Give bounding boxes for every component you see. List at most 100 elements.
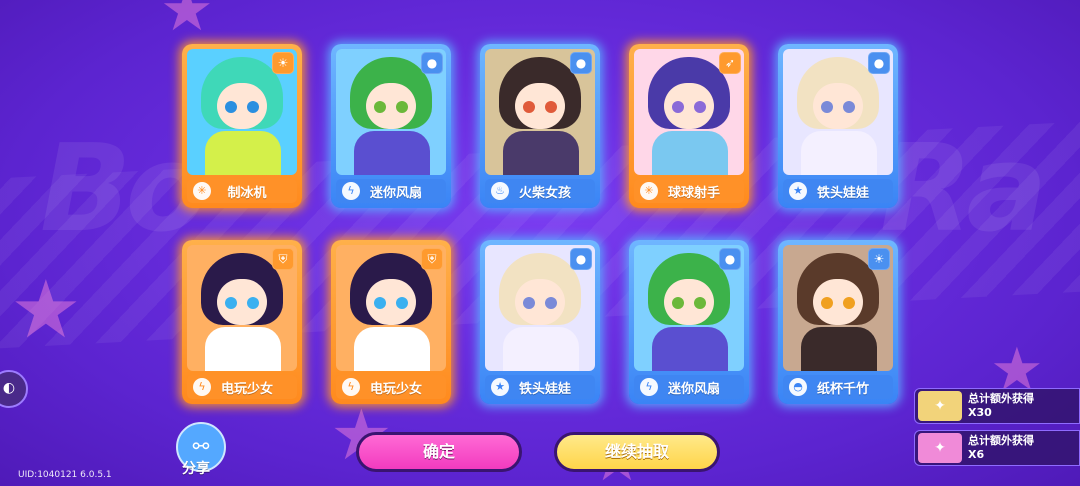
background-star-icon: ★	[10, 263, 82, 356]
shield-icon: ⛨	[272, 248, 294, 270]
character-eye	[694, 297, 706, 309]
uid-text: UID:1040121 6.0.5.1	[18, 470, 112, 480]
bomb-icon: ●	[421, 52, 443, 74]
character-eye	[523, 297, 535, 309]
card-nameplate: ◓ 纸杯千竹	[783, 375, 893, 399]
character-outfit	[205, 131, 281, 175]
bomb-icon: ●	[570, 248, 592, 270]
character-card[interactable]: ⛨ ϟ 电玩少女	[331, 240, 451, 404]
character-eye	[225, 101, 237, 113]
character-outfit	[354, 131, 430, 175]
character-card[interactable]: ☀ ◓ 纸杯千竹	[778, 240, 898, 404]
character-eye	[821, 101, 833, 113]
character-eye	[545, 101, 557, 113]
character-portrait: ➶	[634, 49, 744, 175]
character-portrait: ●	[634, 245, 744, 371]
card-nameplate: ✳ 球球射手	[634, 179, 744, 203]
character-card[interactable]: ● ϟ 迷你风扇	[629, 240, 749, 404]
reward-title: 总计额外获得	[968, 434, 1034, 447]
character-outfit	[354, 327, 430, 371]
card-name: 迷你风扇	[667, 381, 720, 397]
pink-ticket-icon: ✦	[918, 433, 962, 463]
character-card[interactable]: ☀ ✳ 制冰机	[182, 44, 302, 208]
shield-icon: ⛨	[421, 248, 443, 270]
character-card[interactable]: ● ★ 铁头娃娃	[778, 44, 898, 208]
character-eye	[396, 297, 408, 309]
background-logo-watermark: Bo	[40, 120, 208, 259]
bow-icon: ➶	[719, 52, 741, 74]
reward-count: X30	[968, 406, 992, 419]
character-eye	[523, 101, 535, 113]
card-name: 铁头娃娃	[518, 381, 571, 397]
character-eye	[545, 297, 557, 309]
character-eye	[247, 297, 259, 309]
character-outfit	[652, 327, 728, 371]
character-eye	[374, 297, 386, 309]
background-star-icon: ★	[160, 0, 214, 45]
lightning-icon: ϟ	[342, 182, 360, 200]
character-eye	[821, 297, 833, 309]
star-icon: ★	[789, 182, 807, 200]
card-name: 电玩少女	[369, 381, 422, 397]
card-nameplate: ♨ 火柴女孩	[485, 179, 595, 203]
character-eye	[225, 297, 237, 309]
character-eye	[843, 297, 855, 309]
character-card[interactable]: ● ★ 铁头娃娃	[480, 240, 600, 404]
reward-panel-pink: ✦ 总计额外获得 X6	[914, 430, 1080, 466]
character-eye	[374, 101, 386, 113]
card-name: 纸杯千竹	[816, 381, 869, 397]
background-logo-watermark: Ra	[880, 120, 1047, 259]
character-eye	[247, 101, 259, 113]
character-portrait: ●	[336, 49, 446, 175]
share-icon: ⚯	[192, 434, 210, 458]
character-portrait: ●	[485, 49, 595, 175]
snowflake-icon: ✳	[640, 182, 658, 200]
card-name: 电玩少女	[220, 381, 273, 397]
card-nameplate: ϟ 迷你风扇	[634, 375, 744, 399]
share-label: 分享	[182, 461, 210, 477]
character-outfit	[652, 131, 728, 175]
card-nameplate: ★ 铁头娃娃	[783, 179, 893, 203]
card-nameplate: ϟ 电玩少女	[336, 375, 446, 399]
lightning-icon: ϟ	[640, 378, 658, 396]
continue-draw-button[interactable]: 继续抽取	[554, 432, 720, 472]
character-outfit	[503, 327, 579, 371]
character-eye	[843, 101, 855, 113]
card-name: 球球射手	[667, 185, 720, 201]
card-name: 迷你风扇	[369, 185, 422, 201]
bomb-icon: ●	[570, 52, 592, 74]
character-portrait: ●	[485, 245, 595, 371]
bomb-icon: ●	[719, 248, 741, 270]
card-nameplate: ϟ 迷你风扇	[336, 179, 446, 203]
character-outfit	[503, 131, 579, 175]
character-card[interactable]: ⛨ ϟ 电玩少女	[182, 240, 302, 404]
character-card[interactable]: ● ϟ 迷你风扇	[331, 44, 451, 208]
character-card[interactable]: ● ♨ 火柴女孩	[480, 44, 600, 208]
lightning-icon: ϟ	[193, 378, 211, 396]
character-outfit	[801, 327, 877, 371]
snowflake-icon: ✳	[193, 182, 211, 200]
card-nameplate: ✳ 制冰机	[187, 179, 297, 203]
character-portrait: ☀	[783, 245, 893, 371]
character-eye	[672, 297, 684, 309]
flame-icon: ♨	[491, 182, 509, 200]
character-portrait: ●	[783, 49, 893, 175]
gacha-result-screen: Bo Ra ★ ★ ★ ★ ★ ☀✳制冰机●ϟ迷你风扇●♨火柴女孩➶✳球球射手●…	[0, 0, 1080, 486]
cupcake-icon: ◓	[789, 378, 807, 396]
character-eye	[396, 101, 408, 113]
sun-icon: ☀	[272, 52, 294, 74]
card-name: 制冰机	[227, 185, 267, 201]
character-eye	[694, 101, 706, 113]
card-name: 火柴女孩	[518, 185, 571, 201]
confirm-button[interactable]: 确定	[356, 432, 522, 472]
card-nameplate: ★ 铁头娃娃	[485, 375, 595, 399]
gold-ticket-icon: ✦	[918, 391, 962, 421]
character-outfit	[801, 131, 877, 175]
reward-title: 总计额外获得	[968, 392, 1034, 405]
character-portrait: ☀	[187, 49, 297, 175]
side-disc-icon[interactable]: ◐	[0, 370, 28, 408]
star-icon: ★	[491, 378, 509, 396]
reward-count: X6	[968, 448, 985, 461]
character-portrait: ⛨	[187, 245, 297, 371]
character-card[interactable]: ➶ ✳ 球球射手	[629, 44, 749, 208]
